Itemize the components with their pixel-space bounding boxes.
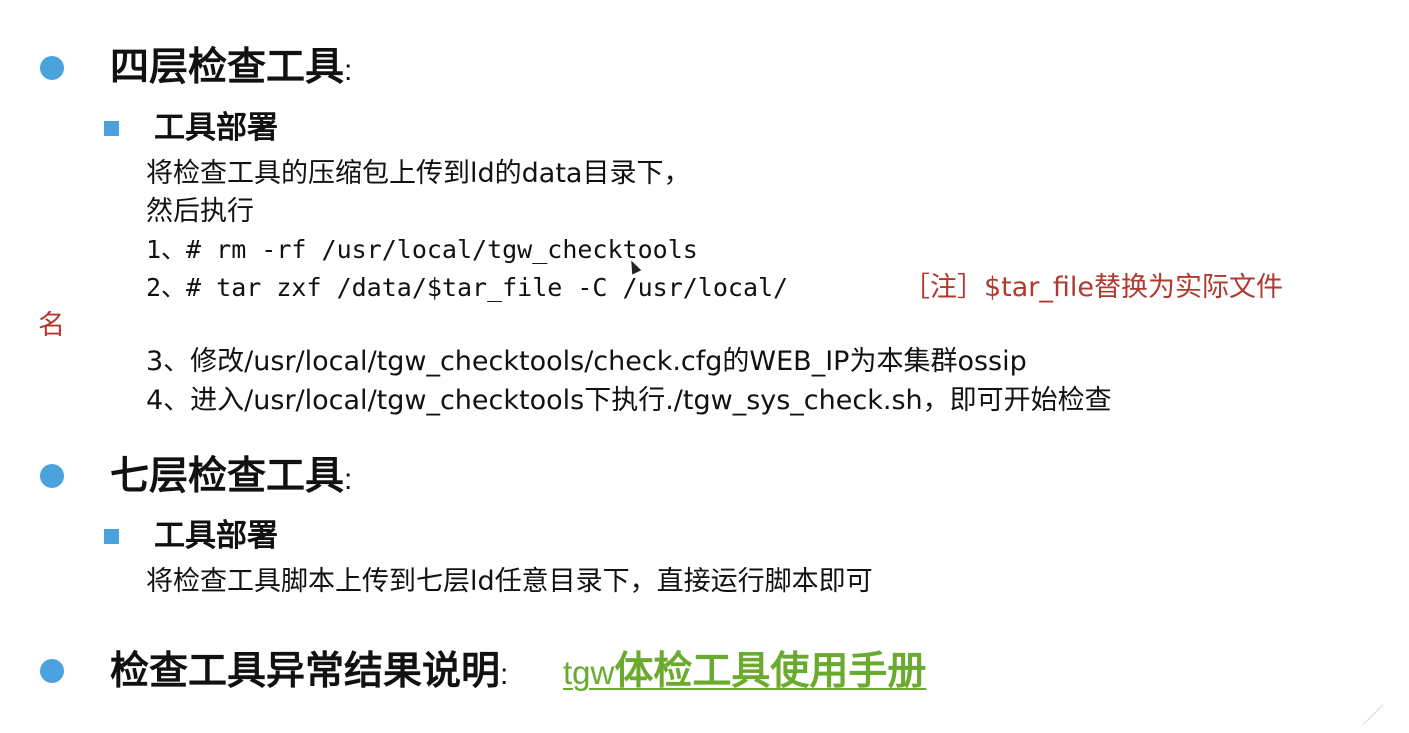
corner-decoration	[1362, 704, 1403, 733]
manual-link[interactable]: tgw体检工具使用手册	[563, 650, 926, 695]
section-title-text: 检查工具异常结果说明	[110, 649, 501, 694]
section-title-results: 检查工具异常结果说明:	[110, 650, 508, 697]
manual-link-title: 体检工具使用手册	[614, 649, 927, 694]
bullet-square-icon	[104, 529, 119, 544]
note-text: ［注］$tar_file替换为实际文件	[903, 272, 1284, 303]
section-title-l7: 七层检查工具:	[110, 455, 352, 502]
bullet-circle-icon	[40, 659, 64, 683]
section-title-text: 四层检查工具	[110, 45, 345, 90]
bullet-square-icon	[104, 121, 119, 136]
note-text-continued: 名	[38, 310, 65, 341]
title-colon: :	[344, 463, 353, 496]
command-step-1: 1、# rm -rf /usr/local/tgw_checktools	[146, 235, 698, 264]
manual-link-prefix: tgw	[563, 654, 615, 691]
instruction-line: 将检查工具的压缩包上传到ld的data目录下，	[146, 158, 691, 189]
command-step-2: 2、# tar zxf /data/$tar_file -C /usr/loca…	[146, 273, 789, 302]
subtitle-deploy: 工具部署	[154, 110, 278, 146]
command-step-4: 4、进入/usr/local/tgw_checktools下执行./tgw_sy…	[146, 385, 1112, 416]
section-title-text: 七层检查工具	[110, 454, 345, 499]
instruction-line: 将检查工具脚本上传到七层ld任意目录下，直接运行脚本即可	[146, 566, 873, 597]
bullet-circle-icon	[40, 56, 64, 80]
bullet-circle-icon	[40, 464, 64, 488]
subtitle-deploy: 工具部署	[154, 518, 278, 554]
instruction-line: 然后执行	[146, 196, 254, 227]
title-colon: :	[500, 658, 509, 691]
slide: 四层检查工具: 工具部署 将检查工具的压缩包上传到ld的data目录下， 然后执…	[0, 0, 1409, 733]
command-step-3: 3、修改/usr/local/tgw_checktools/check.cfg的…	[146, 346, 1027, 377]
section-title-l4: 四层检查工具:	[110, 46, 352, 93]
title-colon: :	[344, 54, 353, 87]
